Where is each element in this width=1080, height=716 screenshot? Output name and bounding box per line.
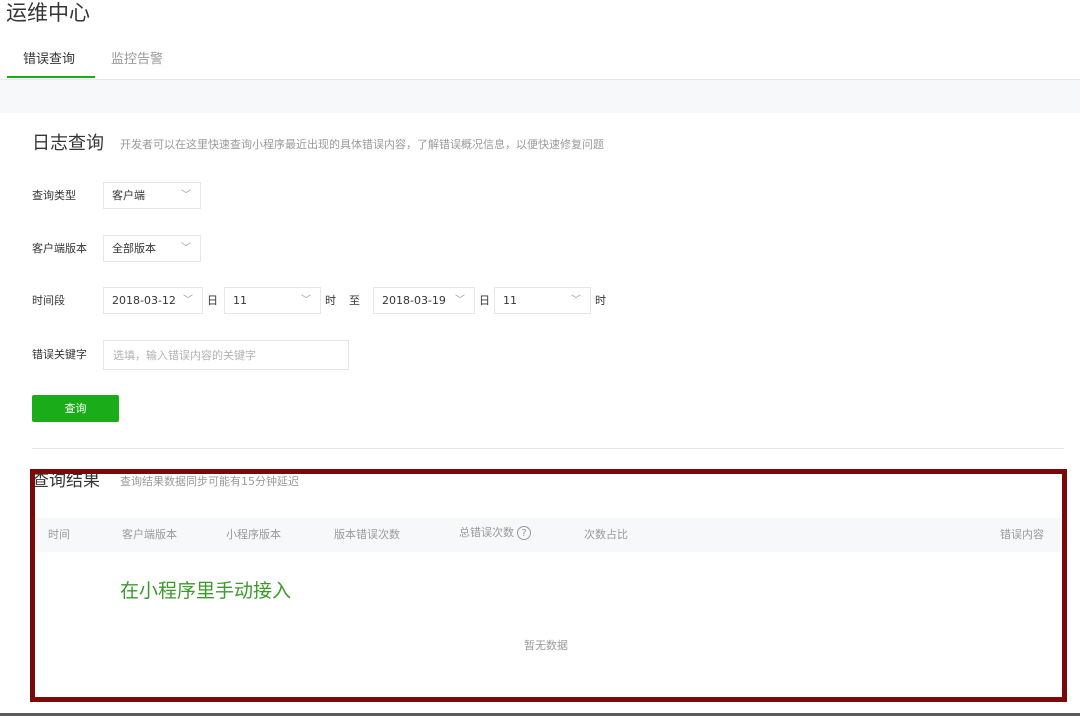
annotation-highlight-box xyxy=(30,469,1067,702)
start-date-value: 2018-03-12 xyxy=(112,294,176,307)
query-button[interactable]: 查询 xyxy=(32,395,119,422)
chevron-down-icon: ﹀ xyxy=(181,243,191,254)
active-tab-indicator xyxy=(7,76,95,78)
chevron-down-icon: ﹀ xyxy=(181,190,191,201)
client-version-label: 客户端版本 xyxy=(32,242,87,255)
start-hour-select[interactable]: 11 ﹀ xyxy=(224,287,321,314)
log-query-title: 日志查询 xyxy=(32,133,104,154)
query-type-select[interactable]: 客户端 ﹀ xyxy=(103,182,201,209)
error-keyword-input[interactable] xyxy=(103,340,349,370)
start-hour-unit: 时 xyxy=(325,294,336,307)
chevron-down-icon: ﹀ xyxy=(183,295,193,306)
client-version-value: 全部版本 xyxy=(112,242,156,255)
start-day-unit: 日 xyxy=(207,294,218,307)
end-hour-value: 11 xyxy=(503,294,517,307)
end-date-select[interactable]: 2018-03-19 ﹀ xyxy=(373,287,475,314)
end-date-value: 2018-03-19 xyxy=(382,294,446,307)
tab-monitor-alert[interactable]: 监控告警 xyxy=(111,50,163,70)
client-version-select[interactable]: 全部版本 ﹀ xyxy=(103,235,201,262)
start-hour-value: 11 xyxy=(233,294,247,307)
end-hour-select[interactable]: 11 ﹀ xyxy=(494,287,591,314)
tab-bar: 错误查询 监控告警 xyxy=(0,44,1080,80)
log-query-description: 开发者可以在这里快速查询小程序最近出现的具体错误内容，了解错误概况信息，以便快速… xyxy=(120,138,604,151)
query-type-value: 客户端 xyxy=(112,189,145,202)
chevron-down-icon: ﹀ xyxy=(301,295,311,306)
end-hour-unit: 时 xyxy=(595,294,606,307)
chevron-down-icon: ﹀ xyxy=(455,295,465,306)
time-range-label: 时间段 xyxy=(32,294,65,307)
range-separator: 至 xyxy=(349,294,360,307)
end-day-unit: 日 xyxy=(479,294,490,307)
section-divider xyxy=(32,448,1064,449)
content-background xyxy=(0,80,1080,113)
ops-center-page: 运维中心 错误查询 监控告警 日志查询 开发者可以在这里快速查询小程序最近出现的… xyxy=(0,0,1080,716)
query-type-label: 查询类型 xyxy=(32,189,76,202)
tab-error-query[interactable]: 错误查询 xyxy=(23,50,75,70)
chevron-down-icon: ﹀ xyxy=(571,295,581,306)
start-date-select[interactable]: 2018-03-12 ﹀ xyxy=(103,287,203,314)
error-keyword-label: 错误关键字 xyxy=(32,348,87,361)
page-title: 运维中心 xyxy=(6,1,90,25)
